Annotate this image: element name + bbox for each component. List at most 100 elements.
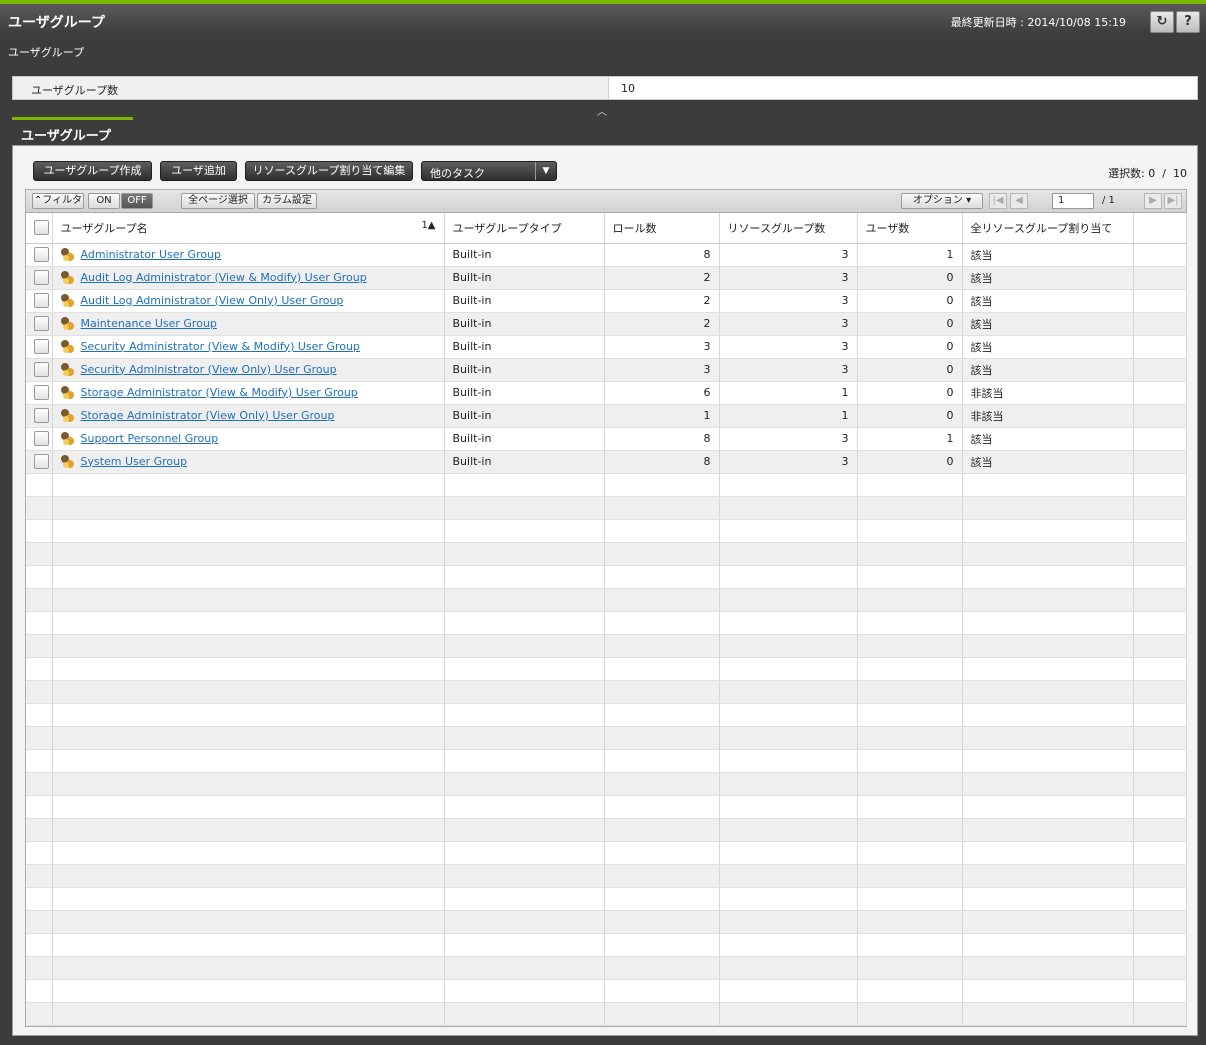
user-group-link[interactable]: Maintenance User Group <box>81 317 217 330</box>
filter-off-button[interactable]: OFF <box>121 193 153 209</box>
empty-cell <box>604 657 720 681</box>
options-dropdown[interactable]: オプション ▾ <box>901 193 983 209</box>
row-checkbox[interactable] <box>34 431 49 446</box>
cell-resource-groups: 1 <box>719 381 858 405</box>
row-checkbox-cell[interactable] <box>26 404 53 428</box>
empty-cell <box>26 496 53 520</box>
cell-type: Built-in <box>444 266 605 290</box>
empty-cell <box>26 588 53 612</box>
user-group-icon <box>60 454 75 469</box>
empty-cell <box>26 749 53 773</box>
empty-cell <box>604 887 720 911</box>
row-checkbox-cell[interactable] <box>26 427 53 451</box>
row-checkbox-cell[interactable] <box>26 335 53 359</box>
empty-cell <box>719 749 858 773</box>
cell-all-resource-groups: 該当 <box>962 450 1134 474</box>
filter-on-button[interactable]: ON <box>88 193 120 209</box>
row-checkbox-cell[interactable] <box>26 289 53 313</box>
user-group-link[interactable]: System User Group <box>81 455 188 468</box>
grid-toolbar: ⌃フィルタ ON OFF 全ページ選択 カラム設定 オプション ▾ |◀ ◀ 1… <box>25 189 1187 213</box>
column-header-resource-groups[interactable]: リソースグループ数 <box>719 213 858 244</box>
row-checkbox-cell[interactable] <box>26 358 53 382</box>
empty-cell <box>604 979 720 1003</box>
user-group-link[interactable]: Audit Log Administrator (View Only) User… <box>81 294 344 307</box>
user-group-link[interactable]: Administrator User Group <box>81 248 222 261</box>
create-group-button[interactable]: ユーザグループ作成 <box>33 161 152 181</box>
user-group-link[interactable]: Storage Administrator (View & Modify) Us… <box>81 386 358 399</box>
user-group-link[interactable]: Storage Administrator (View Only) User G… <box>81 409 335 422</box>
add-user-button[interactable]: ユーザ追加 <box>160 161 237 181</box>
select-all-checkbox[interactable] <box>34 220 49 236</box>
empty-cell <box>604 818 720 842</box>
column-header-users[interactable]: ユーザ数 <box>857 213 963 244</box>
empty-cell <box>604 611 720 635</box>
empty-cell <box>604 473 720 497</box>
column-settings-button[interactable]: カラム設定 <box>257 193 317 209</box>
empty-cell <box>26 726 53 750</box>
other-tasks-dropdown[interactable]: 他のタスク ▼ <box>421 161 557 181</box>
tab-user-groups[interactable]: ユーザグループ <box>12 117 133 145</box>
row-checkbox[interactable] <box>34 408 49 423</box>
empty-cell <box>1133 726 1187 750</box>
first-page-icon[interactable]: |◀ <box>989 193 1007 209</box>
user-group-link[interactable]: Audit Log Administrator (View & Modify) … <box>81 271 367 284</box>
cell-resource-groups: 3 <box>719 243 858 267</box>
previous-page-icon[interactable]: ◀ <box>1010 193 1028 209</box>
last-page-icon[interactable]: ▶| <box>1164 193 1182 209</box>
empty-cell <box>962 772 1134 796</box>
user-group-link[interactable]: Security Administrator (View Only) User … <box>81 363 337 376</box>
next-page-icon[interactable]: ▶ <box>1144 193 1162 209</box>
row-checkbox[interactable] <box>34 362 49 377</box>
empty-cell <box>52 933 445 957</box>
filter-toggle-button[interactable]: ⌃フィルタ <box>32 193 84 209</box>
sort-indicator: 1▲ <box>421 219 436 231</box>
select-all-pages-button[interactable]: 全ページ選択 <box>181 193 255 209</box>
empty-cell <box>604 496 720 520</box>
empty-cell <box>1133 588 1187 612</box>
row-checkbox[interactable] <box>34 270 49 285</box>
user-group-icon <box>60 339 75 354</box>
row-checkbox[interactable] <box>34 293 49 308</box>
help-icon: ? <box>1184 14 1192 29</box>
select-all-checkbox-cell[interactable] <box>26 213 53 244</box>
row-checkbox[interactable] <box>34 385 49 400</box>
empty-cell <box>857 542 963 566</box>
cell-users: 0 <box>857 289 963 313</box>
column-header-all-resource-groups[interactable]: 全リソースグループ割り当て <box>962 213 1134 244</box>
summary-label-cell: ユーザグループ数 <box>13 77 609 99</box>
user-group-icon <box>60 247 75 262</box>
table-body: Administrator User Group Built-in 8 3 1 該当 Aud… <box>26 243 1187 1026</box>
help-button[interactable]: ? <box>1176 11 1200 33</box>
empty-cell <box>26 657 53 681</box>
edit-resource-groups-button[interactable]: リソースグループ割り当て編集 <box>245 161 413 181</box>
user-group-link[interactable]: Support Personnel Group <box>81 432 219 445</box>
refresh-button[interactable]: ↻ <box>1150 11 1174 33</box>
page-number-input[interactable]: 1 <box>1052 193 1094 209</box>
row-checkbox-cell[interactable] <box>26 381 53 405</box>
empty-cell <box>962 841 1134 865</box>
row-checkbox-cell[interactable] <box>26 312 53 336</box>
column-header-roles[interactable]: ロール数 <box>604 213 720 244</box>
cell-roles: 2 <box>604 312 720 336</box>
empty-cell <box>444 979 605 1003</box>
empty-cell <box>444 473 605 497</box>
column-header-type[interactable]: ユーザグループタイプ <box>444 213 605 244</box>
empty-cell <box>719 496 858 520</box>
table-row: Security Administrator (View Only) User … <box>26 358 1187 382</box>
user-group-icon <box>60 431 75 446</box>
row-checkbox-cell[interactable] <box>26 243 53 267</box>
empty-cell <box>52 979 445 1003</box>
row-checkbox-cell[interactable] <box>26 450 53 474</box>
chevron-down-icon: ▼ <box>535 162 556 180</box>
collapse-icon[interactable]: ︿ <box>597 103 607 118</box>
empty-cell <box>52 956 445 980</box>
row-checkbox[interactable] <box>34 316 49 331</box>
row-checkbox-cell[interactable] <box>26 266 53 290</box>
row-checkbox[interactable] <box>34 247 49 262</box>
column-header-name[interactable]: ユーザグループ名 1▲ <box>52 213 445 244</box>
row-checkbox[interactable] <box>34 339 49 354</box>
user-group-link[interactable]: Security Administrator (View & Modify) U… <box>81 340 360 353</box>
cell-type: Built-in <box>444 358 605 382</box>
row-checkbox[interactable] <box>34 454 49 469</box>
selection-count: 選択数: 0 / 10 <box>1108 167 1187 180</box>
